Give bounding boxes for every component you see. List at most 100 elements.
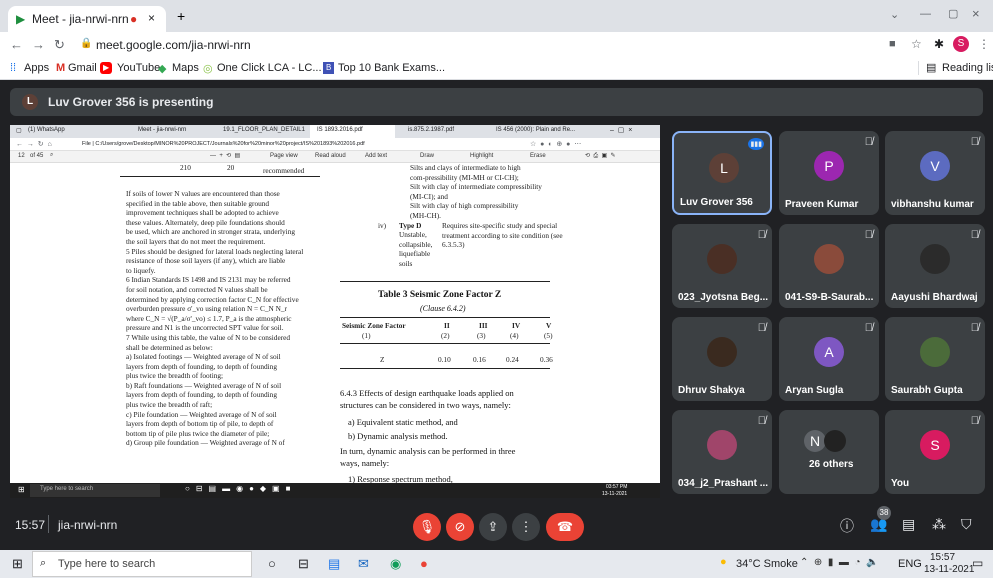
bookmark-apps[interactable]: Apps — [24, 62, 49, 74]
language-indicator[interactable]: ENG — [898, 558, 922, 570]
method-a: a) Equivalent static method, and — [348, 417, 458, 427]
presenter-avatar: L — [22, 94, 38, 110]
profile-avatar[interactable]: S — [953, 36, 969, 52]
taskbar-search-text[interactable]: Type here to search — [58, 558, 155, 570]
section-6-4-3-line2: structures can be considered in two ways… — [340, 400, 511, 410]
chrome-icon[interactable]: ● — [420, 556, 428, 571]
shared-tab-3: IS 1893.2016.pdf — [317, 127, 363, 133]
participant-tile[interactable]: L ▮▮▮ Luv Grover 356 — [672, 131, 772, 215]
speaking-indicator-icon: ▮▮▮ — [748, 138, 764, 150]
bank-exams-icon: B — [323, 62, 335, 74]
bookmark-bank-exams[interactable]: Top 10 Bank Exams... — [338, 62, 445, 74]
info-icon[interactable]: ⓘ — [840, 516, 854, 536]
participant-tile[interactable]: V 🎙̸ vibhanshu kumar — [885, 131, 985, 215]
reading-list-icon: ▤ — [926, 62, 937, 74]
bookmark-one-click-lca[interactable]: One Click LCA - LC... — [217, 62, 322, 74]
presenting-banner: L Luv Grover 356 is presenting — [10, 88, 983, 116]
participant-tile[interactable]: 🎙̸ 034_j2_Prashant ... — [672, 410, 772, 494]
participant-name: 023_Jyotsna Beg... — [678, 292, 769, 303]
host-controls-icon[interactable]: ⛉ — [961, 516, 972, 533]
recording-dot-icon: ● — [130, 12, 138, 26]
pdf-text-line: where C_N = √(P_a/σ'_vo) ≤ 1.7, P_a is t… — [126, 313, 292, 323]
chevron-down-icon[interactable]: ⌄ — [890, 8, 899, 21]
close-tab-icon[interactable]: × — [148, 11, 155, 25]
leave-call-button[interactable]: ☎ — [546, 513, 584, 541]
pdf-text-line: bottom tip of pile plus twice the diamet… — [126, 428, 270, 438]
zone-sub: (1) — [362, 331, 371, 340]
file-explorer-icon[interactable]: ▤ — [328, 556, 340, 572]
new-tab-icon[interactable]: + — [177, 8, 185, 24]
present-button[interactable]: ⇪ — [479, 513, 507, 541]
maximize-icon[interactable]: ▢ — [948, 7, 958, 20]
pdf-top-table: 210 20 recommended — [120, 163, 320, 177]
pdf-left-column: If soils of lower N values are encounter… — [126, 189, 374, 448]
zone-head: II — [444, 321, 450, 330]
star-icon[interactable]: ☆ — [911, 37, 922, 51]
participant-name: You — [891, 478, 910, 489]
address-row: ← → ↻ 🔒 meet.google.com/jia-nrwi-nrn ■ ☆… — [0, 32, 993, 58]
cortana-icon[interactable]: ○ — [268, 556, 276, 571]
shared-tab-2: 19.1_FLOOR_PLAN_DETAIL1 — [223, 127, 305, 133]
pdf-text-line: plus twice the breadth of footing; — [126, 371, 224, 381]
back-icon[interactable]: ← — [10, 37, 23, 52]
participant-tile[interactable]: A 🎙̸ Aryan Sugla — [779, 317, 879, 401]
activities-icon[interactable]: ⁂ — [932, 516, 946, 533]
pdf-tool-erase: Erase — [530, 153, 546, 159]
mail-icon[interactable]: ✉ — [358, 556, 369, 572]
windows-start-icon[interactable]: ⊞ — [12, 556, 23, 572]
pdf-text-line: Silt with clay of intermediate compressi… — [410, 182, 542, 192]
pdf-text-line: plus twice the breadth of raft; — [126, 400, 213, 410]
shared-window-icon: ▢ — [16, 128, 22, 134]
shared-tab-1: Meet - jia-nrwi-nrn — [138, 127, 187, 133]
close-window-icon[interactable]: × — [972, 6, 980, 21]
zone-sub: (3) — [477, 331, 486, 340]
participant-tile[interactable]: 🎙̸ Aayushi Bhardwaj — [885, 224, 985, 308]
pdf-text-line: Silt with clay of high compressibility — [410, 201, 519, 211]
participant-tile[interactable]: 🎙̸ 041-S9-B-Saurab... — [779, 224, 879, 308]
participant-tile[interactable]: S 🎙̸ You — [885, 410, 985, 494]
url-field[interactable]: meet.google.com/jia-nrwi-nrn — [96, 38, 251, 52]
bookmark-maps[interactable]: Maps — [172, 62, 199, 74]
maps-icon: ◆ — [158, 63, 167, 75]
pdf-right-soils: Silts and clays of intermediate to high c… — [410, 163, 610, 221]
reload-icon[interactable]: ↻ — [54, 37, 65, 53]
zone-head: Seismic Zone Factor — [342, 321, 406, 330]
reading-list-button[interactable]: Reading list — [942, 62, 993, 74]
extensions-icon[interactable]: ✱ — [934, 37, 944, 51]
camera-off-button[interactable]: ⊘ — [446, 513, 474, 541]
camera-icon[interactable]: ■ — [889, 38, 896, 50]
shared-tab-5: IS 456 (2000): Plain and Re... — [496, 127, 576, 133]
browser-tab[interactable]: ▶ Meet - jia-nrwi-nrn ● × — [8, 6, 166, 32]
participant-name: 034_j2_Prashant ... — [678, 478, 769, 489]
shared-taskbar: ⊞ Type here to search ○⊟▤▬◉●◆▣■ 03:57 PM… — [10, 483, 660, 498]
more-options-button[interactable]: ⋮ — [512, 513, 540, 541]
pdf-search-icon: ⌕ — [50, 152, 54, 158]
others-avatar: N — [804, 430, 826, 452]
zone-value: 0.24 — [506, 355, 519, 364]
notification-icon[interactable]: ▭ — [972, 556, 983, 570]
participant-tile[interactable]: 🎙̸ 023_Jyotsna Beg... — [672, 224, 772, 308]
participant-tile[interactable]: N 26 others — [779, 410, 879, 494]
menu-icon[interactable]: ⋮ — [978, 37, 990, 51]
bookmark-youtube[interactable]: YouTube — [117, 62, 160, 74]
minimize-icon[interactable]: — — [920, 8, 931, 20]
edge-icon[interactable]: ◉ — [390, 556, 401, 572]
participant-tile[interactable]: 🎙̸ Dhruv Shakya — [672, 317, 772, 401]
pdf-toolbar: 12 of 45 ⌕ — + ⟲ ▤ Page view Read aloud … — [10, 151, 660, 163]
mic-off-button[interactable]: 🎙 — [413, 513, 441, 541]
mic-muted-icon: 🎙̸ — [970, 229, 979, 241]
task-view-icon[interactable]: ⊟ — [298, 556, 309, 572]
bookmark-gmail[interactable]: Gmail — [68, 62, 97, 74]
mic-muted-icon: 🎙̸ — [970, 322, 979, 334]
participant-tile[interactable]: P 🎙̸ Praveen Kumar — [779, 131, 879, 215]
shared-screen: ▢ (1) WhatsApp Meet - jia-nrwi-nrn 19.1_… — [10, 125, 660, 498]
zone-head: IV — [512, 321, 521, 330]
table-cell: recommended — [263, 166, 305, 175]
pdf-text-line: 7 While using this table, the value of N… — [126, 332, 291, 342]
tray-icons[interactable]: ⌃ ⊕ ▮ ▬ ◔ 🔈 — [800, 557, 879, 568]
participant-tile[interactable]: 🎙̸ Saurabh Gupta — [885, 317, 985, 401]
chat-icon[interactable]: ▤ — [902, 516, 915, 533]
forward-icon[interactable]: → — [32, 37, 45, 52]
shared-taskbar-apps: ○⊟▤▬◉●◆▣■ — [185, 484, 297, 493]
participant-name: Aryan Sugla — [785, 385, 844, 396]
